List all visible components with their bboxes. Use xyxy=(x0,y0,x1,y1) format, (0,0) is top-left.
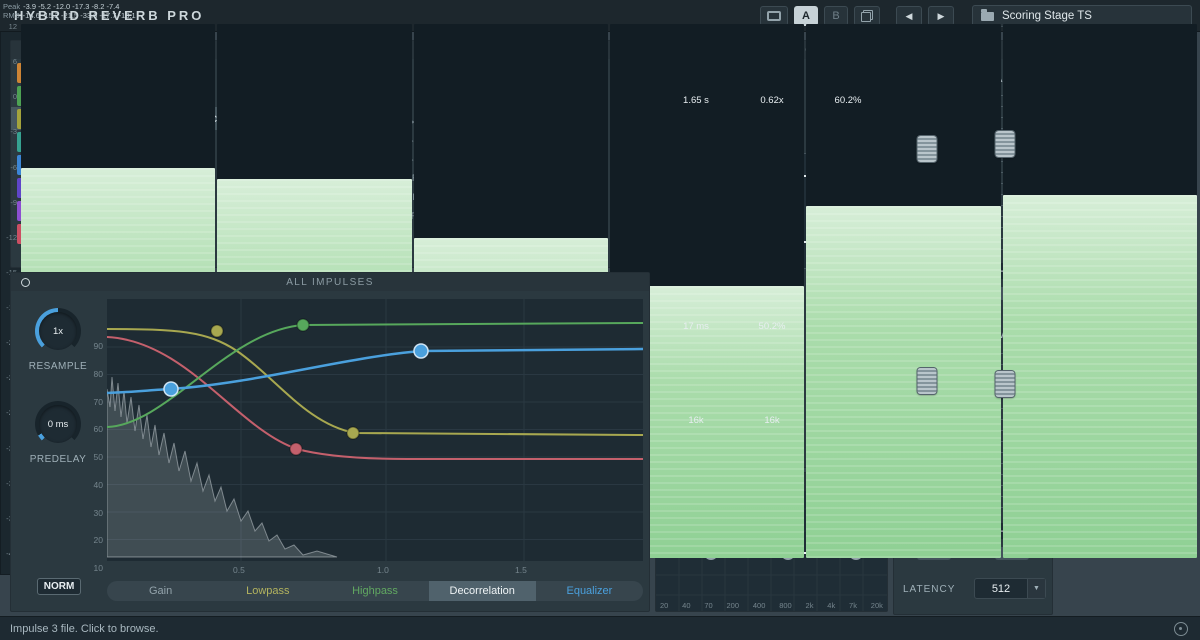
latency-label: LATENCY xyxy=(903,584,955,595)
folder-icon xyxy=(981,12,994,21)
decorrelation-curve-olive[interactable] xyxy=(107,329,643,435)
graph-y-axis: 90 80 70 60 50 40 30 20 10 xyxy=(81,341,103,573)
chevron-down-icon[interactable]: ▼ xyxy=(1027,579,1045,598)
algo-fader-handle[interactable] xyxy=(996,131,1015,157)
impulse-predelay-label: PREDELAY xyxy=(30,454,87,465)
status-hint: Impulse 3 file. Click to browse. xyxy=(10,623,159,635)
tab-lowpass[interactable]: Lowpass xyxy=(214,581,321,601)
copy-icon xyxy=(861,10,873,22)
rms-readout: RMS -14.6 -15.2 -21.5 -33.6 -17.7 -18.1 xyxy=(3,11,136,20)
tab-decorrelation[interactable]: Decorrelation xyxy=(429,581,536,601)
impulse-waveform xyxy=(107,377,337,557)
lowpass-knob[interactable]: 16k xyxy=(749,397,795,443)
size-knob[interactable]: 0.62x xyxy=(749,77,795,123)
decorrelation-point[interactable] xyxy=(211,325,223,337)
prev-preset-button[interactable]: ◀ xyxy=(896,6,922,26)
all-impulses-panel: ALL IMPULSES 1x RESAMPLE 0 ms PREDELAY xyxy=(10,272,650,612)
tab-equalizer[interactable]: Equalizer xyxy=(536,581,643,601)
conv-fader-handle[interactable] xyxy=(918,136,937,162)
decorrelation-point[interactable] xyxy=(414,344,428,358)
decorrelation-point[interactable] xyxy=(347,427,359,439)
wet-fader-handle[interactable] xyxy=(996,371,1015,397)
copy-preset-button[interactable] xyxy=(854,6,880,26)
next-preset-button[interactable]: ▶ xyxy=(928,6,954,26)
damping-knob[interactable]: 16k xyxy=(673,397,719,443)
decorrelation-point[interactable] xyxy=(297,319,309,331)
graph-x-tick: 1.5 xyxy=(515,565,527,575)
latency-value: 512 xyxy=(975,583,1027,595)
decorrelation-point[interactable] xyxy=(164,382,178,396)
preset-name: Scoring Stage TS xyxy=(1002,10,1092,22)
decorrelation-point[interactable] xyxy=(290,443,302,455)
graph-x-tick: 1.0 xyxy=(377,565,389,575)
predelay-knob[interactable]: 17 ms xyxy=(673,303,719,349)
monitor-icon xyxy=(767,11,781,21)
tab-highpass[interactable]: Highpass xyxy=(321,581,428,601)
midi-icon xyxy=(1174,622,1188,636)
latency-dropdown[interactable]: 512 ▼ xyxy=(974,578,1046,599)
resample-label: RESAMPLE xyxy=(29,361,87,372)
meter-bar-rs xyxy=(1003,24,1197,558)
eq-frequency-labels: 20 40 70 200 400 800 2k 4k 7k 20k xyxy=(660,601,883,610)
decorrelation-graph[interactable] xyxy=(107,299,643,561)
graph-x-tick: 0.5 xyxy=(233,565,245,575)
peak-readout: Peak -3.9 -5.2 -12.0 -17.3 -8.2 -7.4 xyxy=(3,2,119,11)
impulse-predelay-knob[interactable]: 0 ms xyxy=(35,401,81,447)
resample-knob[interactable]: 1x xyxy=(35,308,81,354)
norm-button[interactable]: NORM xyxy=(37,578,81,595)
bypass-toggle[interactable] xyxy=(21,278,30,287)
statusbar: Impulse 3 file. Click to browse. xyxy=(0,616,1200,640)
shape-knob[interactable]: 60.2% xyxy=(825,77,871,123)
decorrelation-curve-red[interactable] xyxy=(107,337,643,459)
edit-mode-tabs: Gain Lowpass Highpass Decorrelation Equa… xyxy=(107,581,643,601)
plugin-window: HYBRID REVERB PRO A B ◀ ▶ Scoring Stage … xyxy=(0,0,1200,640)
dry-fader-handle[interactable] xyxy=(918,368,937,394)
all-impulses-header: ALL IMPULSES xyxy=(11,273,649,291)
tab-gain[interactable]: Gain xyxy=(107,581,214,601)
pd-shape-knob[interactable]: 50.2% xyxy=(749,303,795,349)
display-mode-button[interactable] xyxy=(760,6,788,26)
ab-toggle-a[interactable]: A xyxy=(794,6,818,26)
decay-knob[interactable]: 1.65 s xyxy=(673,77,719,123)
ab-toggle-b[interactable]: B xyxy=(824,6,848,26)
all-impulses-title: ALL IMPULSES xyxy=(286,277,374,288)
